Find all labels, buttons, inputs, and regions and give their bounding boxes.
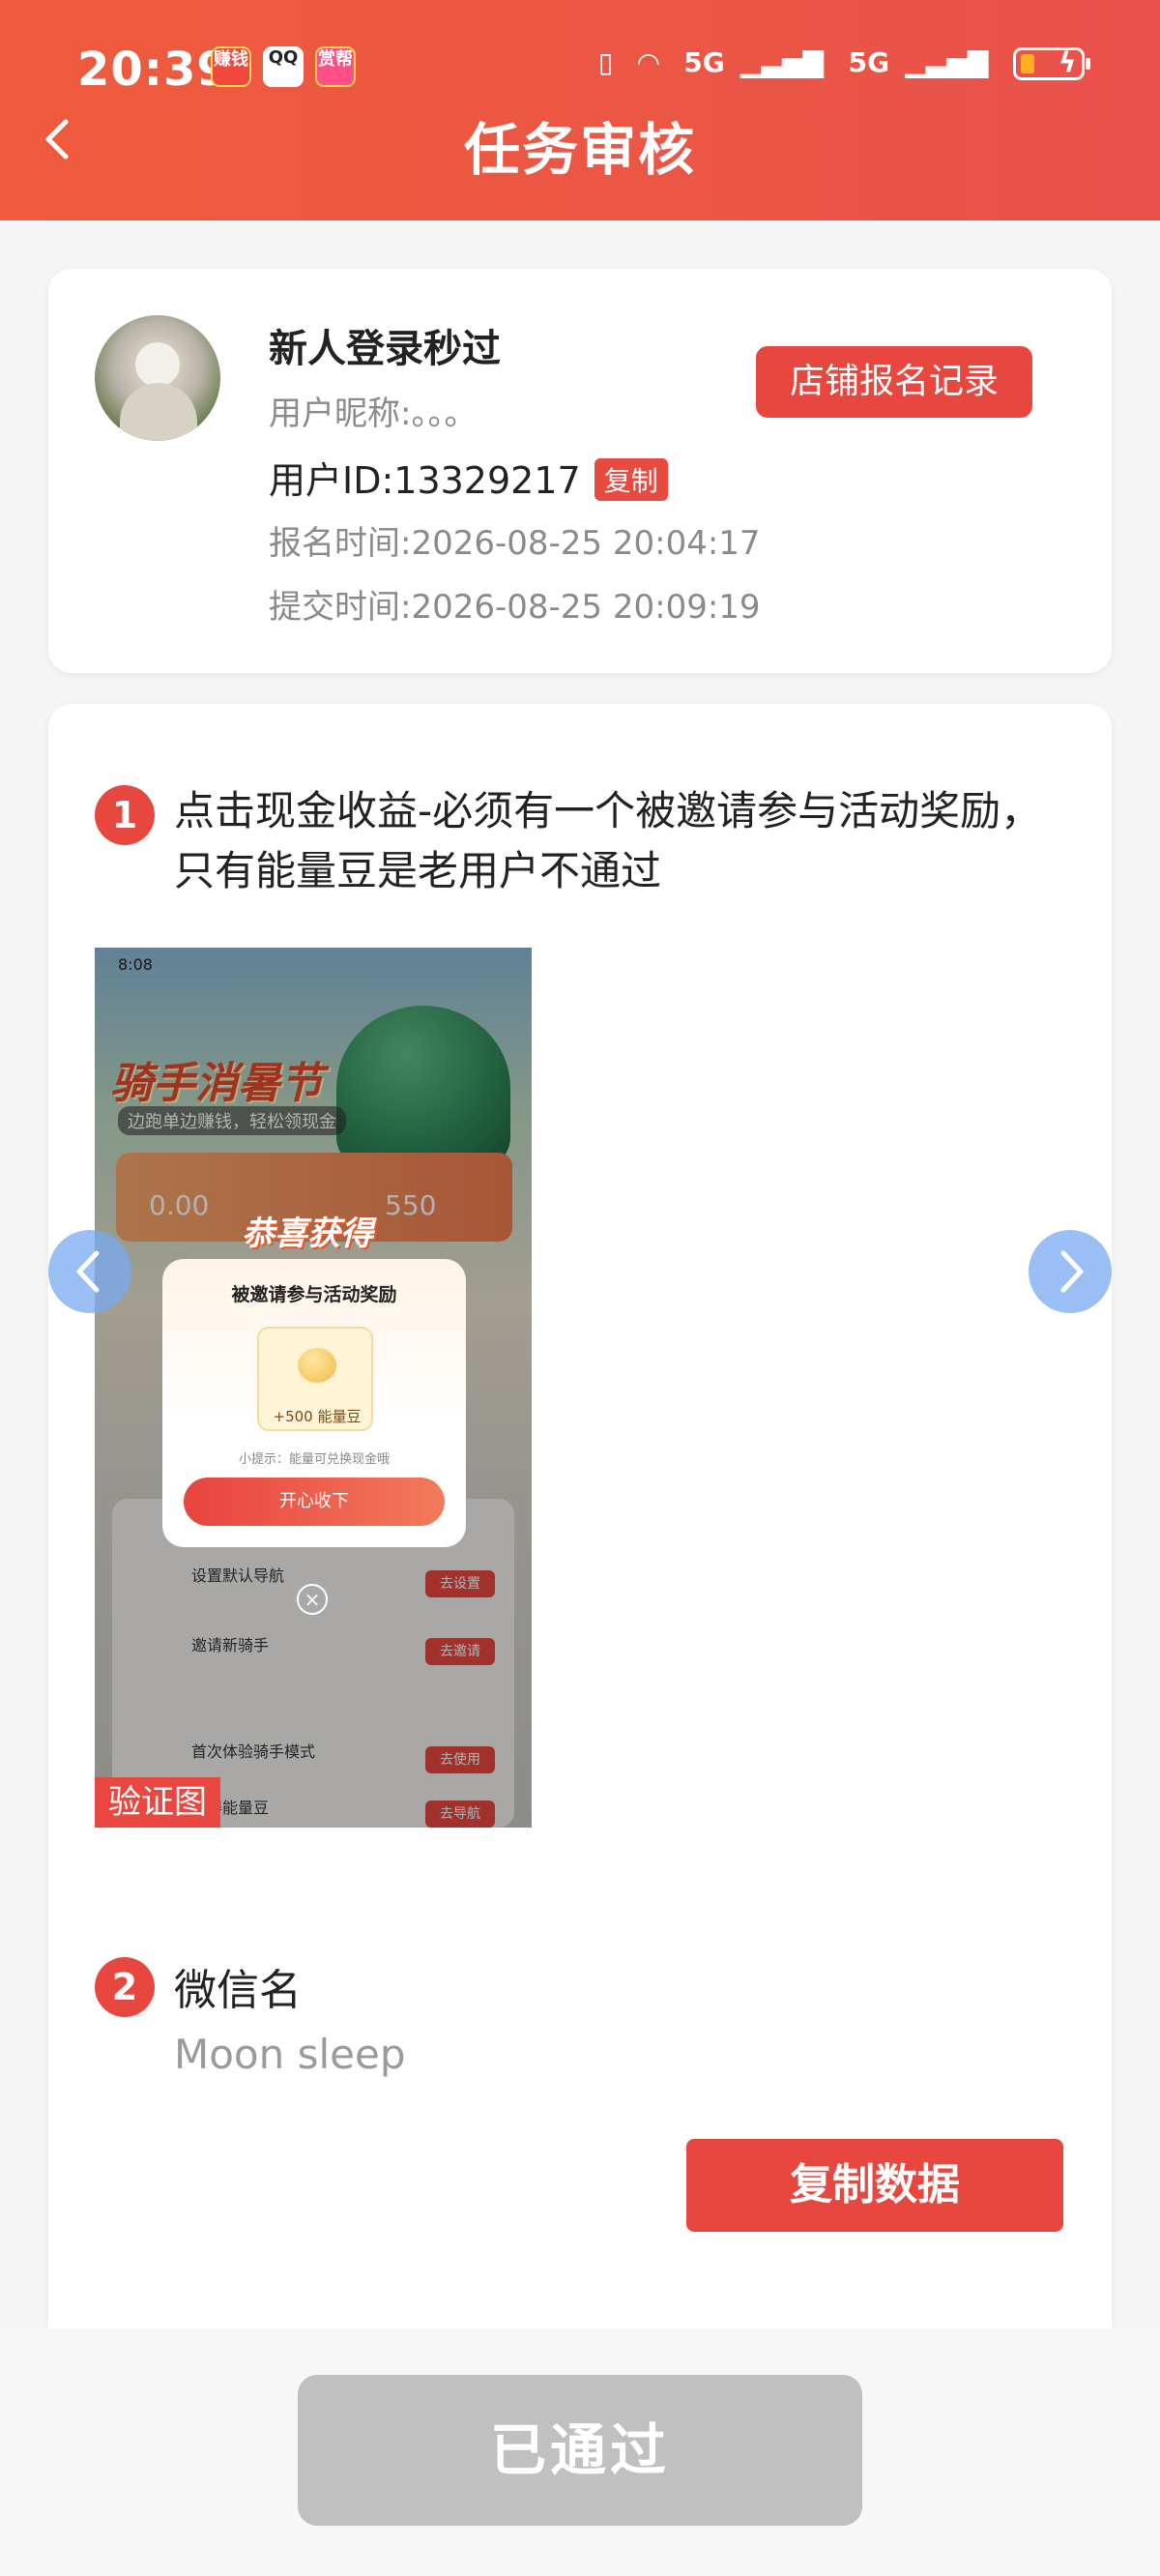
header: 20:39 赚钱 QQ 赏帮 ▯ ◠ 5G ▁▃▅▇ 5G ▁▃▅▇ ϟ 任务审核 (0, 0, 1160, 220)
step-number-2: 2 (95, 1957, 155, 2017)
popup-accept-button: 开心收下 (184, 1478, 445, 1526)
user-nickname: 用户昵称:。。。 (269, 395, 478, 433)
avatar (95, 315, 220, 441)
popup-tip: 小提示：能量可兑换现金哦 (238, 1452, 390, 1467)
reward-popup: 被邀请参与活动奖励 +500 能量豆 小提示：能量可兑换现金哦 开心收下 (162, 1259, 466, 1547)
task-steps-card: 1 点击现金收益-必须有一个被邀请参与活动奖励，只有能量豆是老用户不通过 8:0… (48, 704, 1112, 2328)
step-2-label: 微信名 (174, 1966, 302, 2015)
step-number-1: 1 (95, 785, 155, 845)
signal-bars-icon: ▁▃▅▇ (740, 46, 824, 78)
task-name: 新人登录秒过 (269, 327, 501, 371)
proof-screenshot[interactable]: 8:08 骑手消暑节 边跑单边赚钱，轻松领现金 0.00 550 设置默认导航 … (95, 948, 532, 1828)
signal-bars-icon: ▁▃▅▇ (905, 46, 989, 78)
app-badge-icon: 赏帮 (315, 46, 356, 87)
chevron-right-icon (1060, 1250, 1084, 1293)
user-id: 用户ID:13329217 (269, 459, 581, 502)
status-icons: ▯ ◠ 5G ▁▃▅▇ 5G ▁▃▅▇ ϟ (583, 46, 1090, 80)
signal-icon: 5G (683, 46, 725, 78)
user-id-row: 用户ID:13329217 复制 (269, 451, 668, 505)
user-info-card: 新人登录秒过 用户昵称:。。。 用户ID:13329217 复制 报名时间:202… (48, 269, 1112, 673)
task-review-page: 20:39 赚钱 QQ 赏帮 ▯ ◠ 5G ▁▃▅▇ 5G ▁▃▅▇ ϟ 任务审核 … (0, 0, 1160, 2576)
reward-amount: +500 能量豆 (273, 1408, 362, 1425)
submit-time: 提交时间:2026-08-25 20:09:19 (269, 588, 761, 627)
congrats-text: 恭喜获得 (242, 1215, 373, 1253)
carousel-prev-button[interactable] (48, 1230, 131, 1313)
status-time: 20:39 (77, 43, 230, 97)
status-bar: 20:39 赚钱 QQ 赏帮 ▯ ◠ 5G ▁▃▅▇ 5G ▁▃▅▇ ϟ (0, 39, 1160, 101)
verify-label: 验证图 (95, 1777, 220, 1828)
copy-id-button[interactable]: 复制 (594, 457, 668, 501)
store-record-button[interactable]: 店铺报名记录 (756, 346, 1032, 418)
chevron-left-icon (76, 1250, 100, 1293)
signal-icon: 5G (848, 46, 890, 78)
register-time: 报名时间:2026-08-25 20:04:17 (269, 524, 761, 563)
app-badge-icon: 赚钱 (211, 46, 251, 87)
wifi-icon: ◠ (637, 46, 659, 78)
popup-title: 被邀请参与活动奖励 (231, 1284, 397, 1305)
battery-icon: ϟ (1013, 46, 1090, 80)
wechat-name-value: Moon sleep (174, 2031, 406, 2078)
vibrate-icon: ▯ (597, 46, 614, 78)
bottom-bar: 已通过 (0, 2328, 1160, 2576)
step-1-instruction: 点击现金收益-必须有一个被邀请参与活动奖励，只有能量豆是老用户不通过 (174, 787, 1042, 894)
close-icon: × (297, 1584, 328, 1615)
qq-icon: QQ (263, 46, 304, 87)
copy-data-button[interactable]: 复制数据 (686, 2139, 1063, 2232)
page-title: 任务审核 (463, 117, 696, 183)
reward-box: +500 能量豆 (257, 1327, 373, 1431)
passed-button[interactable]: 已通过 (298, 2375, 862, 2526)
bean-icon (298, 1348, 336, 1383)
carousel-next-button[interactable] (1029, 1230, 1112, 1313)
